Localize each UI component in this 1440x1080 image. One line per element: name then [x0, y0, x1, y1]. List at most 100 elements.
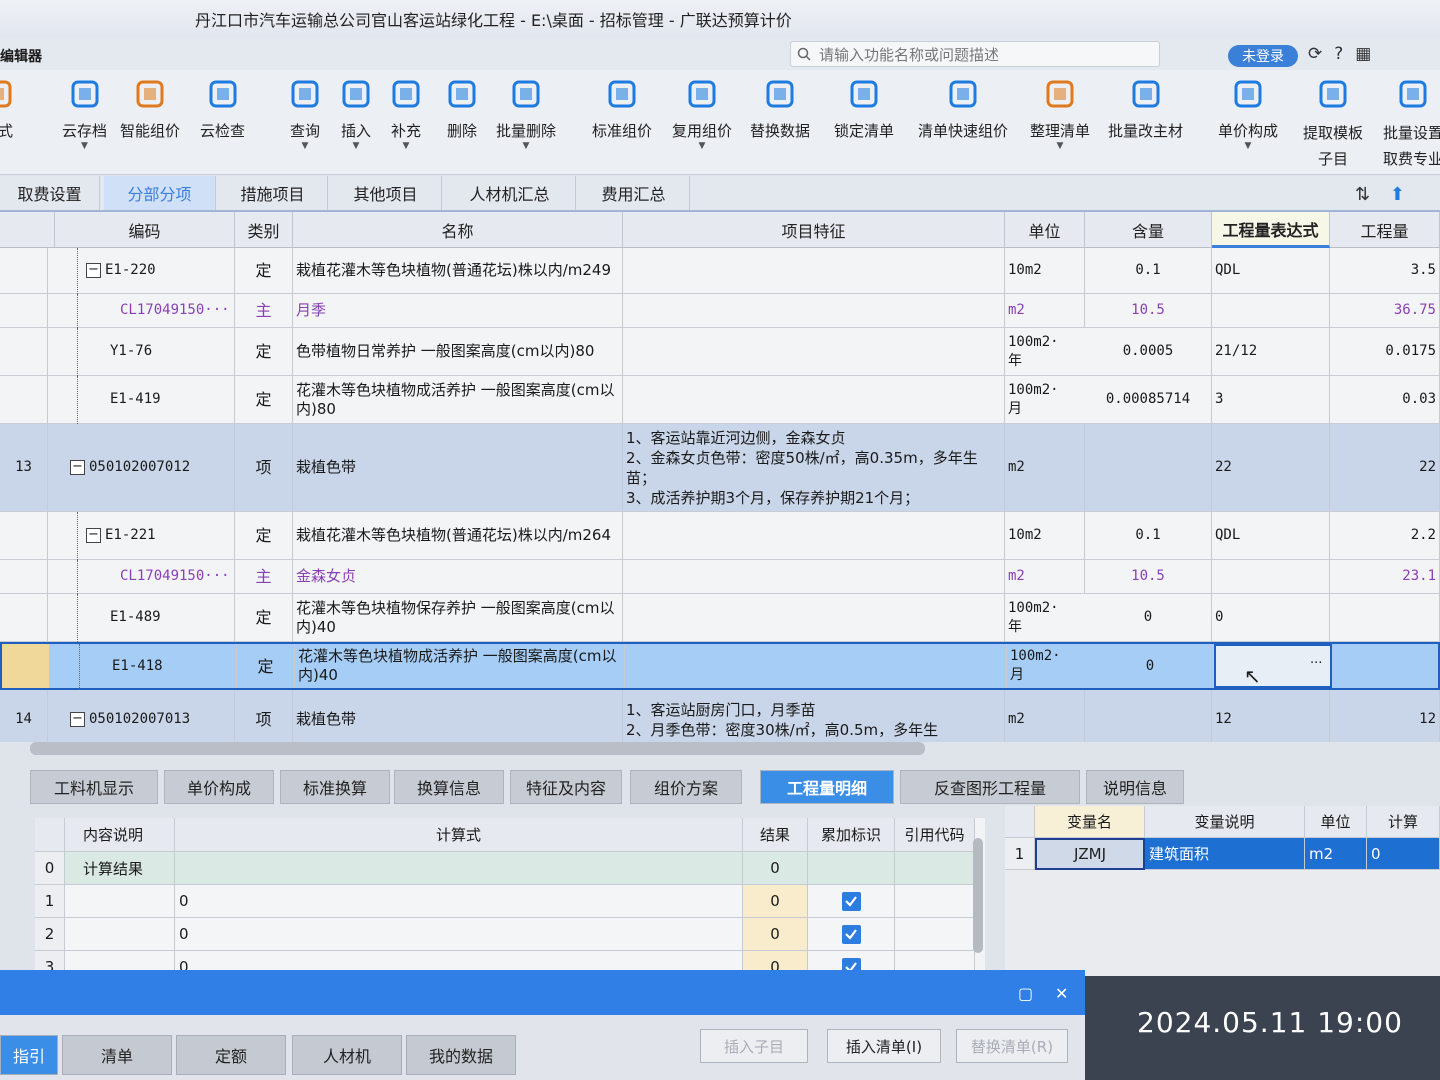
table-row[interactable]: E1-418 定 花灌木等色块植物成活养护 一般图案高度(cm以内)40 100m2·… [0, 642, 1440, 692]
lower-button-1[interactable]: 插入清单(I) [827, 1029, 941, 1063]
detail-formula-cell[interactable] [175, 852, 743, 885]
ribbon-button-10[interactable]: 复用组价 ▼ [672, 76, 732, 151]
ribbon-button-2[interactable]: 智能组价 [120, 76, 180, 141]
detail-ref-cell[interactable] [895, 885, 975, 918]
collapse-icon[interactable]: − [70, 460, 85, 475]
feature-cell[interactable] [623, 594, 1005, 641]
vars-header[interactable]: 变量名 [1035, 806, 1145, 838]
detail-desc-cell[interactable]: 计算结果 [65, 852, 175, 885]
expr-cell[interactable]: 22 [1212, 424, 1330, 511]
vars-header[interactable]: 计算 [1367, 806, 1440, 838]
detail-tab-4[interactable]: 特征及内容 [510, 770, 622, 804]
code-cell[interactable]: −050102007013 [48, 690, 235, 742]
detail-header[interactable]: 计算式 [175, 818, 743, 852]
column-header[interactable]: 工程量 [1330, 212, 1440, 248]
lower-button-0[interactable]: 插入子目 [700, 1029, 808, 1063]
kind-cell[interactable]: 主 [235, 294, 293, 327]
ribbon-button-6[interactable]: 补充 ▼ [388, 76, 424, 151]
qty-cell[interactable]: 0 [1087, 644, 1214, 688]
feature-cell[interactable] [623, 328, 1005, 375]
kind-cell[interactable]: 定 [235, 376, 293, 423]
checkbox-checked-icon[interactable] [841, 924, 861, 944]
detail-ref-cell[interactable] [895, 918, 975, 951]
feature-cell[interactable] [623, 512, 1005, 559]
qty-cell[interactable]: 0.1 [1085, 512, 1212, 559]
unit-cell[interactable]: m2 [1005, 294, 1085, 327]
refresh-icon[interactable]: ⟳ [1308, 44, 1322, 64]
feature-cell[interactable] [623, 294, 1005, 327]
ellipsis-button[interactable]: ··· [1310, 656, 1322, 671]
amount-cell[interactable]: 12 [1330, 690, 1440, 742]
amount-cell[interactable]: 2.2 [1330, 512, 1440, 559]
column-header[interactable]: 类别 [235, 212, 293, 248]
expr-cell[interactable]: QDL [1212, 512, 1330, 559]
close-icon[interactable]: ✕ [1055, 984, 1068, 1003]
unit-cell[interactable]: 100m2·月 [1007, 644, 1063, 688]
vars-header[interactable]: 单位 [1305, 806, 1367, 838]
restore-icon[interactable]: ▢ [1018, 984, 1033, 1003]
qty-cell[interactable]: 10.5 [1085, 560, 1212, 593]
unit-cell[interactable]: m2 [1005, 690, 1085, 742]
amount-cell[interactable] [1330, 594, 1440, 641]
qty-cell[interactable]: 0 [1085, 594, 1212, 641]
detail-header[interactable]: 引用代码 [895, 818, 975, 852]
horizontal-scrollbar[interactable] [30, 742, 925, 755]
detail-tab-0[interactable]: 工料机显示 [30, 770, 158, 804]
expr-cell[interactable]: 12 [1212, 690, 1330, 742]
unit-cell[interactable]: 10m2 [1005, 512, 1085, 559]
ribbon-button-12[interactable]: 锁定清单 [834, 76, 894, 141]
name-cell[interactable]: 栽植色带 [293, 690, 623, 742]
detail-formula-cell[interactable]: 0 [175, 885, 743, 918]
ribbon-button-9[interactable]: 标准组价 [592, 76, 652, 141]
function-search[interactable]: 请输入功能名称或问题描述 [790, 41, 1160, 67]
ribbon-button-0[interactable]: 形式 [0, 76, 16, 141]
unit-cell[interactable]: 10m2 [1005, 248, 1085, 293]
detail-desc-cell[interactable] [65, 885, 175, 918]
ribbon-button-7[interactable]: 删除 [444, 76, 480, 141]
qty-cell[interactable] [1085, 690, 1212, 742]
unit-cell[interactable]: m2 [1005, 560, 1085, 593]
name-cell[interactable]: 色带植物日常养护 一般图案高度(cm以内)80 [293, 328, 623, 375]
detail-accumulate-cell[interactable] [808, 852, 895, 885]
expr-cell[interactable]: 21/12 [1212, 328, 1330, 375]
ribbon-button-11[interactable]: 替换数据 [750, 76, 810, 141]
name-cell[interactable]: 栽植色带 [293, 424, 623, 511]
table-row[interactable]: CL17049150··· 主 月季 m2 10.5 36.75 [0, 294, 1440, 328]
qty-cell[interactable] [1085, 424, 1212, 511]
table-row[interactable]: E1-489 定 花灌木等色块植物保存养护 一般图案高度(cm以内)40 100m2·… [0, 594, 1440, 642]
detail-tab-6[interactable]: 工程量明细 [760, 770, 894, 804]
detail-header[interactable]: 结果 [743, 818, 808, 852]
name-cell[interactable]: 花灌木等色块植物成活养护 一般图案高度(cm以内)80 [293, 376, 623, 423]
table-row[interactable]: Y1-76 定 色带植物日常养护 一般图案高度(cm以内)80 100m2·年 0.00… [0, 328, 1440, 376]
feature-cell[interactable]: 1、客运站靠近河边侧，金森女贞 2、金森女贞色带：密度50株/㎡，高0.35m，… [623, 424, 1005, 511]
vars-value-cell[interactable]: 0 [1367, 838, 1440, 870]
collapse-icon[interactable]: − [86, 528, 101, 543]
tab-3[interactable]: 其他项目 [330, 176, 442, 210]
unit-cell[interactable]: m2 [1005, 424, 1085, 511]
detail-formula-cell[interactable]: 0 [175, 918, 743, 951]
code-cell[interactable]: −050102007012 [48, 424, 235, 511]
detail-accumulate-cell[interactable] [808, 885, 895, 918]
checkbox-checked-icon[interactable] [841, 891, 861, 911]
name-cell[interactable]: 金森女贞 [293, 560, 623, 593]
tab-1[interactable]: 分部分项 [104, 176, 216, 210]
qty-cell[interactable]: 10.5 [1085, 294, 1212, 327]
column-header[interactable]: 编码 [55, 212, 235, 248]
feature-cell[interactable] [623, 248, 1005, 293]
feature-cell[interactable] [625, 644, 1007, 688]
detail-tab-3[interactable]: 换算信息 [394, 770, 504, 804]
name-cell[interactable]: 栽植花灌木等色块植物(普通花坛)株以内/m264 [293, 512, 623, 559]
detail-header[interactable]: 内容说明 [65, 818, 175, 852]
lower-tab-3[interactable]: 人材机 [292, 1035, 402, 1075]
lower-tab-4[interactable]: 我的数据 [406, 1035, 516, 1075]
table-row[interactable]: − E1-220 定 栽植花灌木等色块植物(普通花坛)株以内/m249 10m2 0.1 Q… [0, 248, 1440, 294]
tab-2[interactable]: 措施项目 [218, 176, 328, 210]
tab-5[interactable]: 费用汇总 [578, 176, 690, 210]
ribbon-button-15[interactable]: 批量改主材 [1108, 76, 1183, 141]
column-header[interactable]: 含量 [1085, 212, 1212, 248]
unit-cell[interactable]: 100m2·月 [1005, 376, 1061, 423]
ribbon-button-14[interactable]: 整理清单 ▼ [1030, 76, 1090, 151]
kind-cell[interactable]: 主 [235, 560, 293, 593]
table-row[interactable]: CL17049150··· 主 金森女贞 m2 10.5 23.1 [0, 560, 1440, 594]
kind-cell[interactable]: 定 [235, 512, 293, 559]
